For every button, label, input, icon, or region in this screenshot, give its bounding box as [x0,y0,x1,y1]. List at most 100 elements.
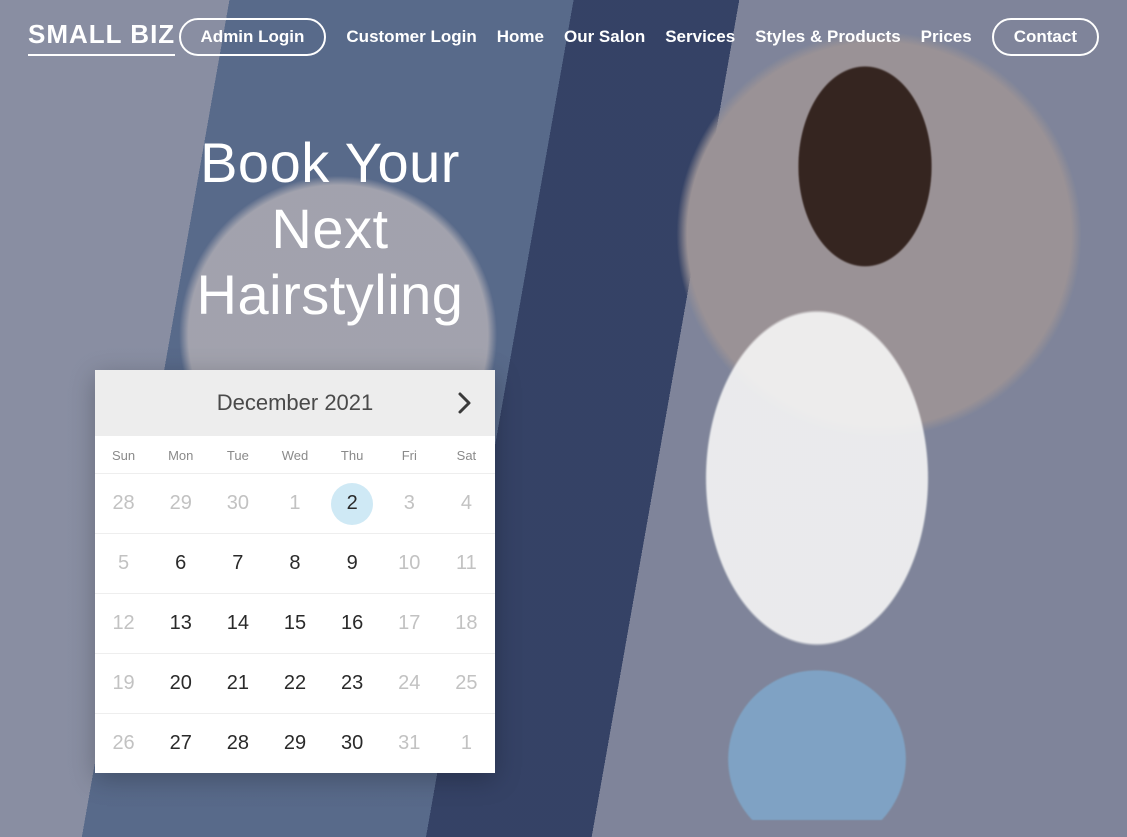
dow-sat: Sat [438,436,495,473]
hero-section: SMALL BIZ Admin Login Customer Login Hom… [0,0,1127,837]
calendar-day[interactable]: 6 [152,533,209,593]
calendar-day-number: 1 [461,732,472,755]
calendar-day[interactable]: 13 [152,593,209,653]
nav-prices-link[interactable]: Prices [921,27,972,47]
calendar-day: 28 [95,473,152,533]
nav-styles-products-link[interactable]: Styles & Products [755,27,901,47]
calendar-day-number: 5 [118,552,129,575]
calendar-day-number: 12 [112,612,134,635]
calendar-day: 1 [438,713,495,773]
calendar-day-number: 3 [404,492,415,515]
calendar-day[interactable]: 23 [324,653,381,713]
calendar-day: 10 [381,533,438,593]
chevron-right-icon [457,391,473,415]
calendar-day-number: 10 [398,552,420,575]
calendar-next-button[interactable] [457,391,473,415]
calendar-day: 12 [95,593,152,653]
calendar-day: 18 [438,593,495,653]
calendar-day[interactable]: 22 [266,653,323,713]
admin-login-button[interactable]: Admin Login [179,18,327,56]
calendar-day[interactable]: 16 [324,593,381,653]
calendar-day-number: 15 [284,612,306,635]
calendar-day-number: 29 [284,732,306,755]
calendar-day[interactable]: 9 [324,533,381,593]
calendar-day-number: 16 [341,612,363,635]
calendar-day-number: 21 [227,672,249,695]
calendar-day: 25 [438,653,495,713]
nav-services-link[interactable]: Services [665,27,735,47]
calendar-day: 11 [438,533,495,593]
calendar-day: 5 [95,533,152,593]
calendar-day-number: 1 [289,492,300,515]
headline-line-1: Book Your [60,130,600,196]
customer-login-link[interactable]: Customer Login [346,27,476,47]
calendar-day[interactable]: 27 [152,713,209,773]
calendar-day-number: 26 [112,732,134,755]
calendar-day-number: 23 [341,672,363,695]
calendar-day: 30 [209,473,266,533]
calendar-day-number: 24 [398,672,420,695]
dow-tue: Tue [209,436,266,473]
calendar-day[interactable]: 14 [209,593,266,653]
calendar-month-title: December 2021 [217,390,374,416]
calendar-day-number: 31 [398,732,420,755]
calendar-day-number: 14 [227,612,249,635]
top-nav: SMALL BIZ Admin Login Customer Login Hom… [0,0,1127,56]
calendar-day-number: 11 [456,552,477,575]
calendar-day: 31 [381,713,438,773]
calendar-day-number: 25 [455,672,477,695]
calendar-day: 1 [266,473,323,533]
calendar-day-number: 30 [227,492,249,515]
headline-line-3: Hairstyling [60,262,600,328]
calendar-day-number: 8 [289,552,300,575]
dow-mon: Mon [152,436,209,473]
calendar-day-number: 27 [170,732,192,755]
hero-headline: Book Your Next Hairstyling [60,130,600,328]
calendar-day[interactable]: 29 [266,713,323,773]
calendar-day[interactable]: 7 [209,533,266,593]
calendar-header: December 2021 [95,370,495,436]
calendar-day-number: 7 [232,552,243,575]
nav-our-salon-link[interactable]: Our Salon [564,27,645,47]
calendar-day-number: 30 [341,732,363,755]
logo[interactable]: SMALL BIZ [28,19,175,56]
calendar-day[interactable]: 21 [209,653,266,713]
dow-sun: Sun [95,436,152,473]
contact-button[interactable]: Contact [992,18,1099,56]
calendar-day[interactable]: 8 [266,533,323,593]
dow-thu: Thu [324,436,381,473]
dow-wed: Wed [266,436,323,473]
headline-line-2: Next [60,196,600,262]
calendar-day-number: 6 [175,552,186,575]
calendar-grid: 2829301234567891011121314151617181920212… [95,473,495,773]
booking-calendar: December 2021 Sun Mon Tue Wed Thu Fri Sa… [95,370,495,773]
calendar-day-number: 2 [331,483,373,525]
calendar-day-number: 18 [455,612,477,635]
calendar-day-number: 4 [461,492,472,515]
calendar-day: 3 [381,473,438,533]
calendar-day: 24 [381,653,438,713]
calendar-day[interactable]: 30 [324,713,381,773]
calendar-dow-row: Sun Mon Tue Wed Thu Fri Sat [95,436,495,473]
calendar-day-number: 22 [284,672,306,695]
calendar-day: 26 [95,713,152,773]
calendar-day: 29 [152,473,209,533]
calendar-day-number: 29 [170,492,192,515]
calendar-day-number: 28 [227,732,249,755]
calendar-day[interactable]: 2 [324,473,381,533]
nav-items: Admin Login Customer Login Home Our Salo… [179,18,1099,56]
calendar-day-number: 17 [398,612,420,635]
calendar-day: 17 [381,593,438,653]
calendar-day-number: 13 [170,612,192,635]
calendar-day-number: 20 [170,672,192,695]
calendar-day[interactable]: 28 [209,713,266,773]
calendar-day: 4 [438,473,495,533]
calendar-day[interactable]: 20 [152,653,209,713]
calendar-day-number: 28 [112,492,134,515]
calendar-day[interactable]: 15 [266,593,323,653]
calendar-day-number: 9 [347,552,358,575]
calendar-day: 19 [95,653,152,713]
dow-fri: Fri [381,436,438,473]
nav-home-link[interactable]: Home [497,27,544,47]
calendar-day-number: 19 [112,672,134,695]
